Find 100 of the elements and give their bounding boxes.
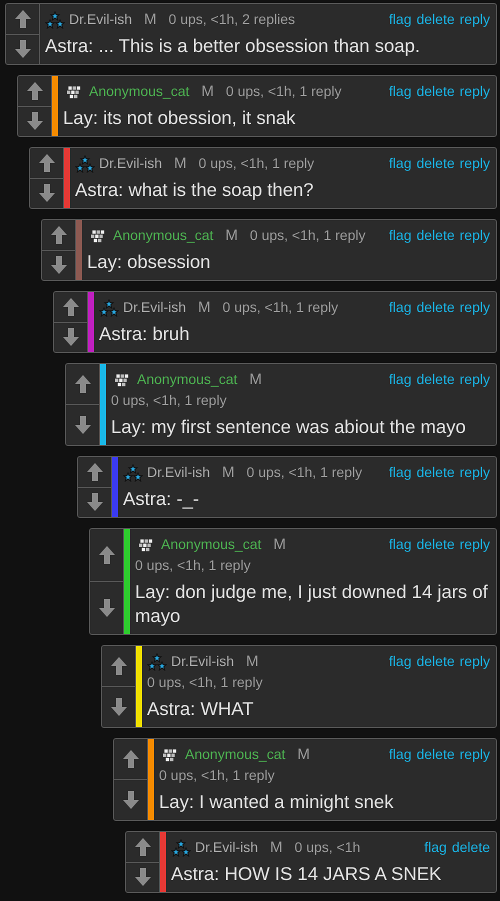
username-link[interactable]: Dr.Evil-ish [123,297,186,318]
comment-action-link[interactable]: delete [416,297,455,317]
comment-action-link[interactable]: flag [388,9,412,29]
comment-text: Astra: ... This is a better obsession than soap. [45,34,421,58]
username-link[interactable]: Anonymous_cat [185,744,286,765]
username-link[interactable]: Dr.Evil-ish [195,837,258,858]
upvote-arrow-icon[interactable] [26,80,44,101]
comment-action-link[interactable]: delete [416,744,455,764]
comment-meta: 0 ups, <1h, 1 reply [135,556,251,575]
downvote-arrow-icon[interactable] [74,415,92,435]
upvote-arrow-icon[interactable] [62,296,80,317]
comment-action-link[interactable]: flag [388,153,412,173]
downvote-arrow-icon[interactable] [86,492,104,512]
upvote-arrow-icon[interactable] [98,545,116,565]
comment-action-link[interactable]: delete [416,153,455,173]
upvote-arrow-icon[interactable] [50,224,68,245]
comment-action-link[interactable]: delete [416,81,455,101]
downvote-arrow-icon[interactable] [14,39,32,60]
comment-action-link[interactable]: delete [416,9,455,29]
comment-action-link[interactable]: flag [424,837,447,857]
comment-action-link[interactable]: reply [460,225,490,245]
comment-action-link[interactable]: flag [388,651,412,671]
username-link[interactable]: Anonymous_cat [137,369,238,390]
username-link[interactable]: Dr.Evil-ish [99,153,162,174]
moderator-label: M [198,298,211,318]
comment-text: Lay: don judge me, I just downed 14 jars of mayo [135,580,489,628]
stars-avatar-icon [99,298,119,316]
moderator-label: M [174,154,187,174]
downvote-arrow-icon[interactable] [134,867,152,888]
comment-text: Astra: what is the soap then? [75,178,315,202]
comment-text: Lay: I wanted a minight snek [159,790,394,814]
comment-meta: 0 ups, <1h, 1 reply [250,226,366,245]
comment-action-link[interactable]: flag [388,534,412,554]
comment-action-link[interactable]: reply [460,153,490,173]
comment-action-link[interactable]: delete [416,225,455,245]
comment-action-link[interactable]: delete [416,462,455,482]
downvote-arrow-icon[interactable] [50,255,68,276]
comment-action-link[interactable]: flag [388,225,412,245]
moderator-label: M [225,226,238,246]
upvote-arrow-icon[interactable] [38,152,56,173]
upvote-arrow-icon[interactable] [86,462,104,482]
comment-meta: 0 ups, <1h, 1 reply [111,391,227,410]
comment-action-link[interactable]: reply [460,462,490,482]
username-link[interactable]: Anonymous_cat [89,81,190,102]
comment-meta: 0 ups, <1h, 1 reply [159,766,275,785]
comment-text: Lay: my first sentence was abiout the mayo [111,415,467,439]
upvote-arrow-icon[interactable] [134,836,152,857]
comment-action-link[interactable]: reply [460,744,490,764]
downvote-arrow-icon[interactable] [110,697,128,717]
comment-action-link[interactable]: flag [388,297,412,317]
username-link[interactable]: Anonymous_cat [161,534,262,555]
upvote-arrow-icon[interactable] [14,8,32,29]
upvote-arrow-icon[interactable] [122,749,140,769]
stars-avatar-icon [123,464,143,482]
stars-avatar-icon [147,652,167,670]
comment-action-link[interactable]: delete [416,534,455,554]
comment-action-link[interactable]: delete [416,651,455,671]
comment-action-link[interactable]: delete [416,369,455,389]
moderator-label: M [246,652,259,672]
upvote-arrow-icon[interactable] [74,374,92,394]
downvote-arrow-icon[interactable] [38,183,56,204]
comment-action-link[interactable]: reply [460,297,490,317]
moderator-label: M [222,463,235,483]
downvote-arrow-icon[interactable] [122,790,140,810]
comment-action-link[interactable]: reply [460,651,490,671]
comment-text: Astra: HOW IS 14 JARS A SNEK [171,862,442,886]
comment-action-link[interactable]: reply [460,534,490,554]
comment-action-link[interactable]: delete [452,837,490,857]
comment-text: Astra: bruh [99,322,190,346]
comment-action-link[interactable]: reply [460,81,490,101]
comment-action-link[interactable]: flag [388,462,412,482]
username-link[interactable]: Anonymous_cat [113,225,214,246]
comment-action-link[interactable]: flag [388,369,412,389]
moderator-label: M [201,82,214,102]
moderator-label: M [297,745,310,765]
username-link[interactable]: Dr.Evil-ish [147,462,210,483]
comment-meta: 0 ups, <1h, 2 replies [168,10,295,29]
comment-text: Astra: -_- [123,487,200,511]
stars-avatar-icon [171,838,191,856]
moderator-label: M [270,838,283,858]
username-link[interactable]: Dr.Evil-ish [69,9,132,30]
comment-meta: 0 ups, <1h, 1 reply [226,82,342,101]
stars-avatar-icon [45,10,65,28]
comment-meta: 0 ups, <1h, 1 reply [222,298,338,317]
downvote-arrow-icon[interactable] [98,598,116,618]
comment-text: Lay: obsession [87,250,212,274]
comment-action-link[interactable]: flag [388,744,412,764]
comment-action-link[interactable]: reply [460,369,490,389]
comment-action-link[interactable]: reply [460,9,490,29]
username-link[interactable]: Dr.Evil-ish [171,651,234,672]
moderator-label: M [144,10,157,30]
downvote-arrow-icon[interactable] [26,111,44,132]
comment-action-link[interactable]: flag [388,81,412,101]
moderator-label: M [273,535,286,555]
stars-avatar-icon [75,154,95,172]
comment-text: Lay: its not obession, it snak [63,106,296,130]
comment-meta: 0 ups, <1h [294,838,360,857]
downvote-arrow-icon[interactable] [62,327,80,348]
upvote-arrow-icon[interactable] [110,656,128,676]
comment-meta: 0 ups, <1h, 1 reply [198,154,314,173]
